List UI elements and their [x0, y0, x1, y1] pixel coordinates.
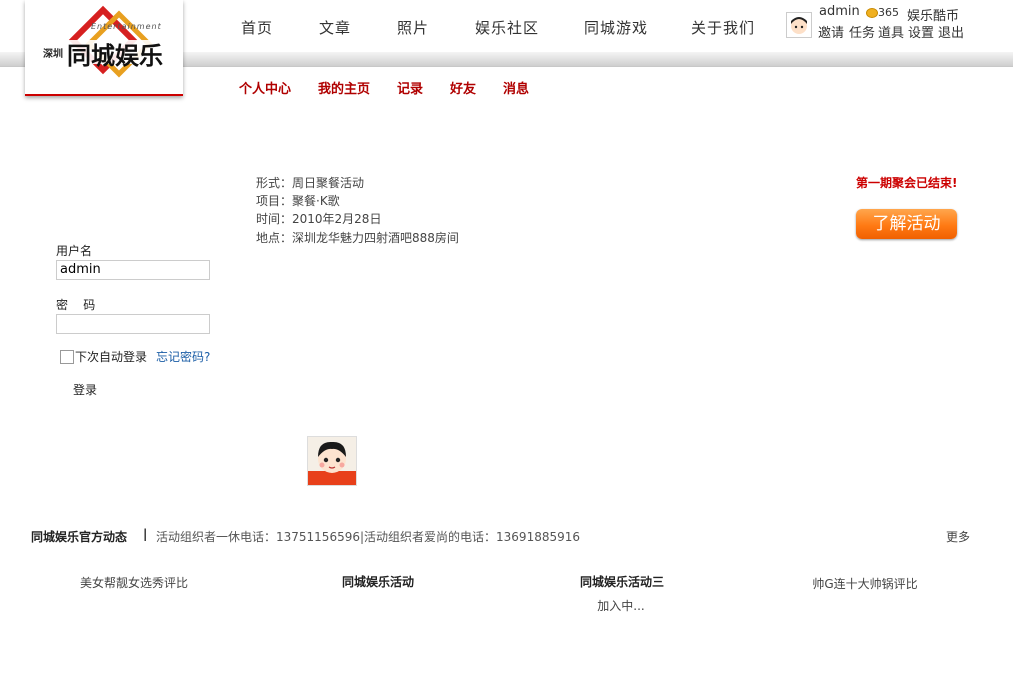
- link-settings[interactable]: 设置: [908, 22, 934, 41]
- activity-place: 地点：深圳龙华魅力四射酒吧888房间: [256, 231, 459, 245]
- login-button[interactable]: 登录: [73, 381, 97, 398]
- news-separator: |: [143, 527, 148, 541]
- user-avatar[interactable]: [786, 12, 812, 38]
- logo-main-text: 同城娱乐: [67, 41, 163, 70]
- more-link[interactable]: 更多: [946, 528, 970, 545]
- nav-home[interactable]: 首页: [241, 17, 273, 38]
- cartoon-face-icon: [308, 441, 356, 485]
- feature-subcaption: 加入中...: [597, 599, 645, 613]
- activity-form: 形式：周日聚餐活动: [256, 176, 365, 190]
- member-avatar-photo[interactable]: [307, 436, 357, 486]
- coin-count: 365: [878, 6, 899, 19]
- nav-photos[interactable]: 照片: [397, 17, 429, 38]
- feature-caption[interactable]: 同城娱乐活动三: [522, 573, 722, 590]
- activity-project: 项目：聚餐·K歌: [256, 194, 340, 208]
- password-input[interactable]: [56, 314, 210, 334]
- logo-subtitle: Entertainment: [91, 22, 162, 31]
- nav-community[interactable]: 娱乐社区: [475, 17, 539, 38]
- link-logout[interactable]: 退出: [938, 22, 964, 41]
- remember-label[interactable]: 下次自动登录: [75, 348, 147, 365]
- username-link[interactable]: admin: [819, 4, 860, 19]
- subnav-records[interactable]: 记录: [397, 78, 423, 97]
- link-items[interactable]: 道具: [878, 22, 904, 41]
- feature-caption[interactable]: 美女帮靓女选秀评比: [34, 574, 234, 591]
- feature-caption[interactable]: 帅G连十大帅锅评比: [765, 575, 965, 592]
- username-input[interactable]: [56, 260, 210, 280]
- forgot-password-link[interactable]: 忘记密码?: [156, 348, 210, 365]
- subnav-messages[interactable]: 消息: [503, 78, 529, 97]
- logo-small-text: 深圳: [43, 49, 63, 60]
- avatar-face-icon: [791, 17, 807, 34]
- link-invite[interactable]: 邀请: [818, 22, 844, 41]
- activity-time: 时间：2010年2月28日: [256, 212, 382, 226]
- feature-caption[interactable]: 同城娱乐活动: [278, 573, 478, 590]
- nav-games[interactable]: 同城游戏: [584, 17, 648, 38]
- username-label: 用户名: [56, 244, 93, 258]
- subnav-homepage[interactable]: 我的主页: [318, 78, 370, 97]
- news-title: 同城娱乐官方动态: [31, 530, 128, 544]
- coin-icon: [866, 8, 878, 18]
- nav-articles[interactable]: 文章: [319, 17, 351, 38]
- subnav-profile[interactable]: 个人中心: [239, 78, 291, 97]
- news-ticker[interactable]: 活动组织者一休电话：13751156596|活动组织者爱尚的电话：1369188…: [156, 528, 580, 545]
- password-label: 密 码: [56, 298, 96, 312]
- site-logo[interactable]: Entertainment 深圳 同城娱乐: [25, 0, 183, 96]
- nav-about[interactable]: 关于我们: [691, 17, 755, 38]
- link-tasks[interactable]: 任务: [849, 22, 875, 41]
- remember-checkbox[interactable]: [60, 350, 74, 364]
- activity-status: 第一期聚会已结束!: [856, 176, 958, 190]
- subnav-friends[interactable]: 好友: [450, 78, 476, 97]
- learn-activity-button[interactable]: 了解活动: [856, 209, 957, 239]
